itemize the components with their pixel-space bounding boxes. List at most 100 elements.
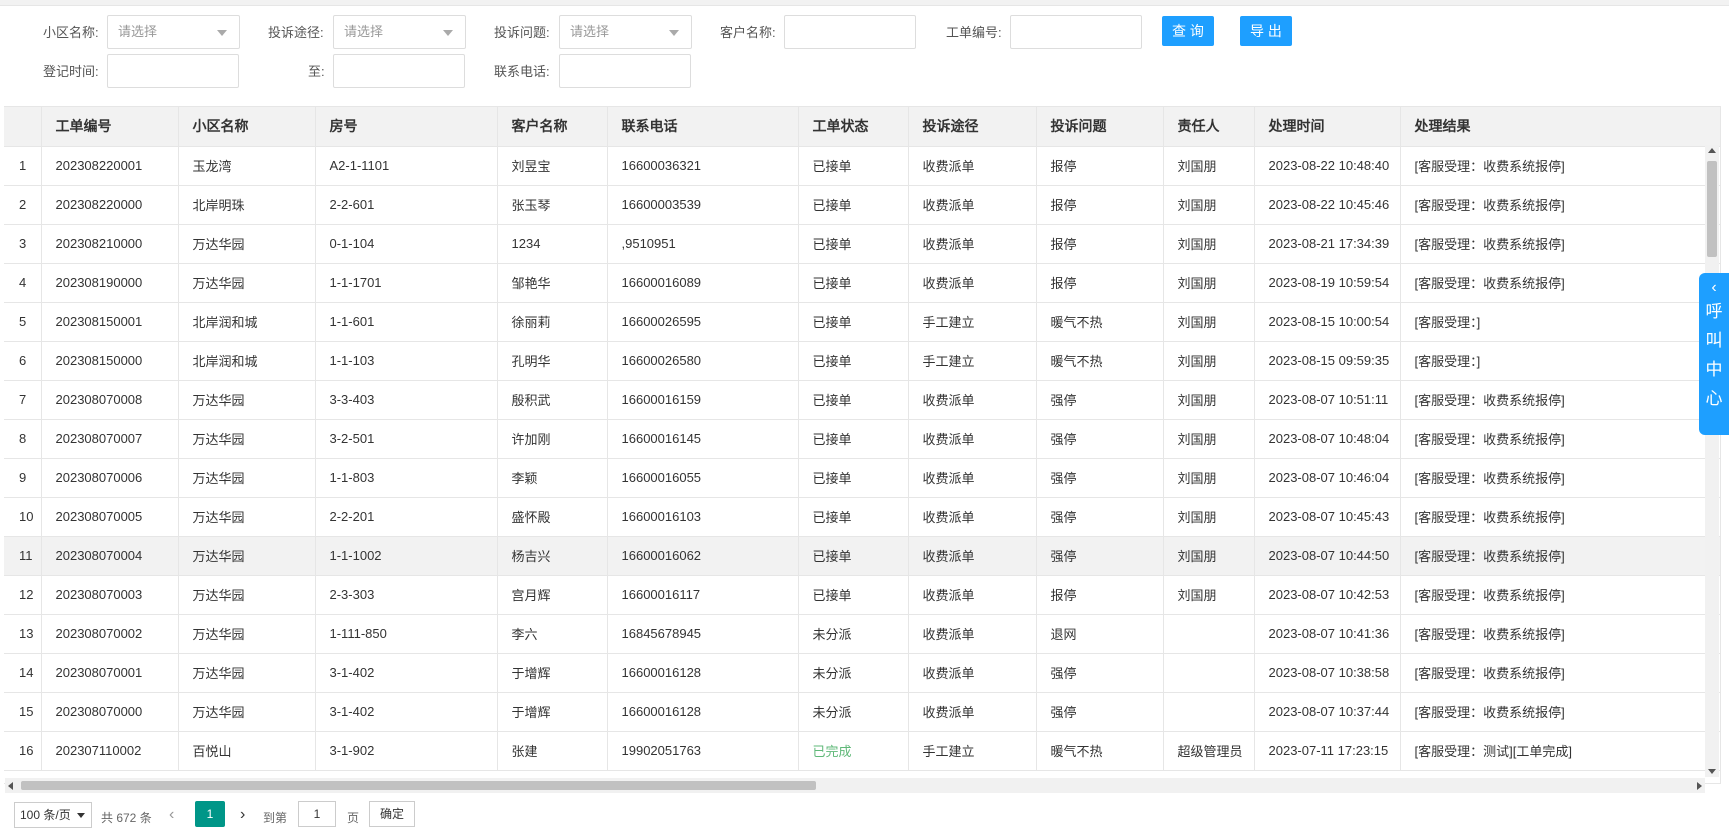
next-page-icon[interactable]: › <box>240 807 245 823</box>
goto-confirm-button[interactable]: 确定 <box>369 801 415 827</box>
table-row[interactable]: 4 202308190000 万达华园 1-1-1701 邹艳华 16600016089 已… <box>4 263 1720 303</box>
reg-time-end-input[interactable] <box>333 54 465 88</box>
table-row[interactable]: 8 202308070007 万达华园 3-2-501 许加刚 16600016145 已接… <box>4 419 1720 459</box>
cell-channel: 手工建立 <box>908 302 1037 342</box>
cell-result: [客服受理：收费系统报停] <box>1400 536 1720 576</box>
table-row[interactable]: 13 202308070002 万达华园 1-111-850 李六 16845678945… <box>4 614 1720 654</box>
table-row[interactable]: 6 202308150000 北岸润和城 1-1-103 孔明华 16600026580 已… <box>4 341 1720 381</box>
table-row[interactable]: 5 202308150001 北岸润和城 1-1-601 徐丽莉 16600026595 已… <box>4 302 1720 342</box>
cell-owner: 刘国朋 <box>1163 458 1255 498</box>
horizontal-scrollbar[interactable] <box>5 778 1705 793</box>
cell-result: [客服受理：收费系统报停] <box>1400 224 1720 264</box>
cell-owner: 刘国朋 <box>1163 575 1255 615</box>
cell-status: 未分派 <box>798 653 909 693</box>
col-header-result[interactable]: 处理结果 <box>1400 107 1720 147</box>
cell-status: 已接单 <box>798 458 909 498</box>
cell-status: 已接单 <box>798 224 909 264</box>
cell-handle-time: 2023-08-19 10:59:54 <box>1254 263 1401 303</box>
cell-owner <box>1163 692 1255 732</box>
horizontal-scroll-thumb[interactable] <box>21 781 816 790</box>
cell-handle-time: 2023-08-07 10:46:04 <box>1254 458 1401 498</box>
cell-status: 已接单 <box>798 185 909 225</box>
cell-channel: 收费派单 <box>908 419 1037 459</box>
scroll-down-icon[interactable] <box>1708 769 1716 774</box>
col-header-phone[interactable]: 联系电话 <box>607 107 799 147</box>
call-center-tab[interactable]: ‹ 呼叫中心 <box>1699 273 1729 435</box>
cell-issue: 暖气不热 <box>1036 341 1164 381</box>
cell-issue: 暖气不热 <box>1036 302 1164 342</box>
phone-input[interactable] <box>559 54 691 88</box>
prev-page-icon[interactable]: ‹ <box>169 807 174 823</box>
table-row[interactable]: 14 202308070001 万达华园 3-1-402 于增辉 16600016128 未… <box>4 653 1720 693</box>
table-row[interactable]: 2 202308220000 北岸明珠 2-2-601 张玉琴 16600003539 已接… <box>4 185 1720 225</box>
col-header-customer[interactable]: 客户名称 <box>497 107 608 147</box>
vertical-scroll-thumb[interactable] <box>1707 161 1717 257</box>
issue-select[interactable]: 请选择 <box>559 15 692 49</box>
table-row[interactable]: 7 202308070008 万达华园 3-3-403 殷积武 16600016159 已接… <box>4 380 1720 420</box>
col-header-community[interactable]: 小区名称 <box>178 107 316 147</box>
cell-phone: 16600016089 <box>607 263 799 303</box>
cell-channel: 收费派单 <box>908 224 1037 264</box>
cell-result: [客服受理：收费系统报停] <box>1400 263 1720 303</box>
export-button[interactable]: 导 出 <box>1240 16 1292 46</box>
cell-community: 万达华园 <box>178 614 316 654</box>
cell-community: 万达华园 <box>178 263 316 303</box>
table-row[interactable]: 10 202308070005 万达华园 2-2-201 盛怀殿 16600016103 已… <box>4 497 1720 537</box>
cell-ticket-no: 202308070001 <box>41 653 179 693</box>
goto-page-input[interactable]: 1 <box>298 801 336 827</box>
cell-handle-time: 2023-08-07 10:41:36 <box>1254 614 1401 654</box>
cell-room: 2-3-303 <box>315 575 498 615</box>
cell-ticket-no: 202307110002 <box>41 731 179 771</box>
channel-select[interactable]: 请选择 <box>333 15 466 49</box>
cell-issue: 强停 <box>1036 653 1164 693</box>
cell-channel: 收费派单 <box>908 536 1037 576</box>
customer-input[interactable] <box>784 15 916 49</box>
cell-result: [客服受理：测试][工单完成] <box>1400 731 1720 771</box>
reg-time-start-input[interactable] <box>107 54 239 88</box>
table-row[interactable]: 12 202308070003 万达华园 2-3-303 宫月辉 16600016117 已… <box>4 575 1720 615</box>
table-row[interactable]: 9 202308070006 万达华园 1-1-803 李颖 16600016055 已接单… <box>4 458 1720 498</box>
table-row[interactable]: 11 202308070004 万达华园 1-1-1002 杨吉兴 16600016062… <box>4 536 1720 576</box>
cell-index: 1 <box>4 146 42 186</box>
cell-index: 10 <box>4 497 42 537</box>
cell-room: 3-1-902 <box>315 731 498 771</box>
cell-room: 3-1-402 <box>315 653 498 693</box>
cell-owner: 超级管理员 <box>1163 731 1255 771</box>
col-header-room[interactable]: 房号 <box>315 107 498 147</box>
col-header-status[interactable]: 工单状态 <box>798 107 909 147</box>
table-row[interactable]: 3 202308210000 万达华园 0-1-104 1234,9510951 已接单收… <box>4 224 1720 264</box>
cell-ticket-no: 202308150001 <box>41 302 179 342</box>
page-size-select[interactable]: 100 条/页 <box>14 802 92 828</box>
cell-customer: 李颖 <box>497 458 608 498</box>
table-row[interactable]: 15 202308070000 万达华园 3-1-402 于增辉 16600016128 未… <box>4 692 1720 732</box>
page-button-current[interactable]: 1 <box>195 801 225 827</box>
scroll-left-icon[interactable] <box>8 782 13 790</box>
col-header-handle-time[interactable]: 处理时间 <box>1254 107 1401 147</box>
scroll-up-icon[interactable] <box>1708 148 1716 153</box>
col-header-ticket-no[interactable]: 工单编号 <box>41 107 179 147</box>
ticket-no-label: 工单编号: <box>946 25 1002 40</box>
cell-handle-time: 2023-07-11 17:23:15 <box>1254 731 1401 771</box>
cell-owner: 刘国朋 <box>1163 497 1255 537</box>
cell-customer: 1234 <box>497 224 608 264</box>
vertical-scrollbar[interactable] <box>1705 145 1719 777</box>
ticket-no-input[interactable] <box>1010 15 1142 49</box>
cell-handle-time: 2023-08-07 10:44:50 <box>1254 536 1401 576</box>
channel-label: 投诉途径: <box>268 25 324 40</box>
phone-label: 联系电话: <box>494 64 550 79</box>
col-header-owner[interactable]: 责任人 <box>1163 107 1255 147</box>
cell-status: 已接单 <box>798 536 909 576</box>
community-select[interactable]: 请选择 <box>107 15 240 49</box>
cell-customer: 宫月辉 <box>497 575 608 615</box>
cell-community: 万达华园 <box>178 575 316 615</box>
table-row[interactable]: 1 202308220001 玉龙湾 A2-1-1101 刘昱宝 16600036321 已… <box>4 146 1720 186</box>
cell-status: 已接单 <box>798 380 909 420</box>
scroll-right-icon[interactable] <box>1697 782 1702 790</box>
col-header-issue[interactable]: 投诉问题 <box>1036 107 1164 147</box>
cell-ticket-no: 202308070007 <box>41 419 179 459</box>
cell-customer: 盛怀殿 <box>497 497 608 537</box>
table-row[interactable]: 16 202307110002 百悦山 3-1-902 张建 19902051763 已完成… <box>4 731 1720 771</box>
cell-channel: 收费派单 <box>908 146 1037 186</box>
col-header-channel[interactable]: 投诉途径 <box>908 107 1037 147</box>
search-button[interactable]: 查 询 <box>1162 16 1214 46</box>
